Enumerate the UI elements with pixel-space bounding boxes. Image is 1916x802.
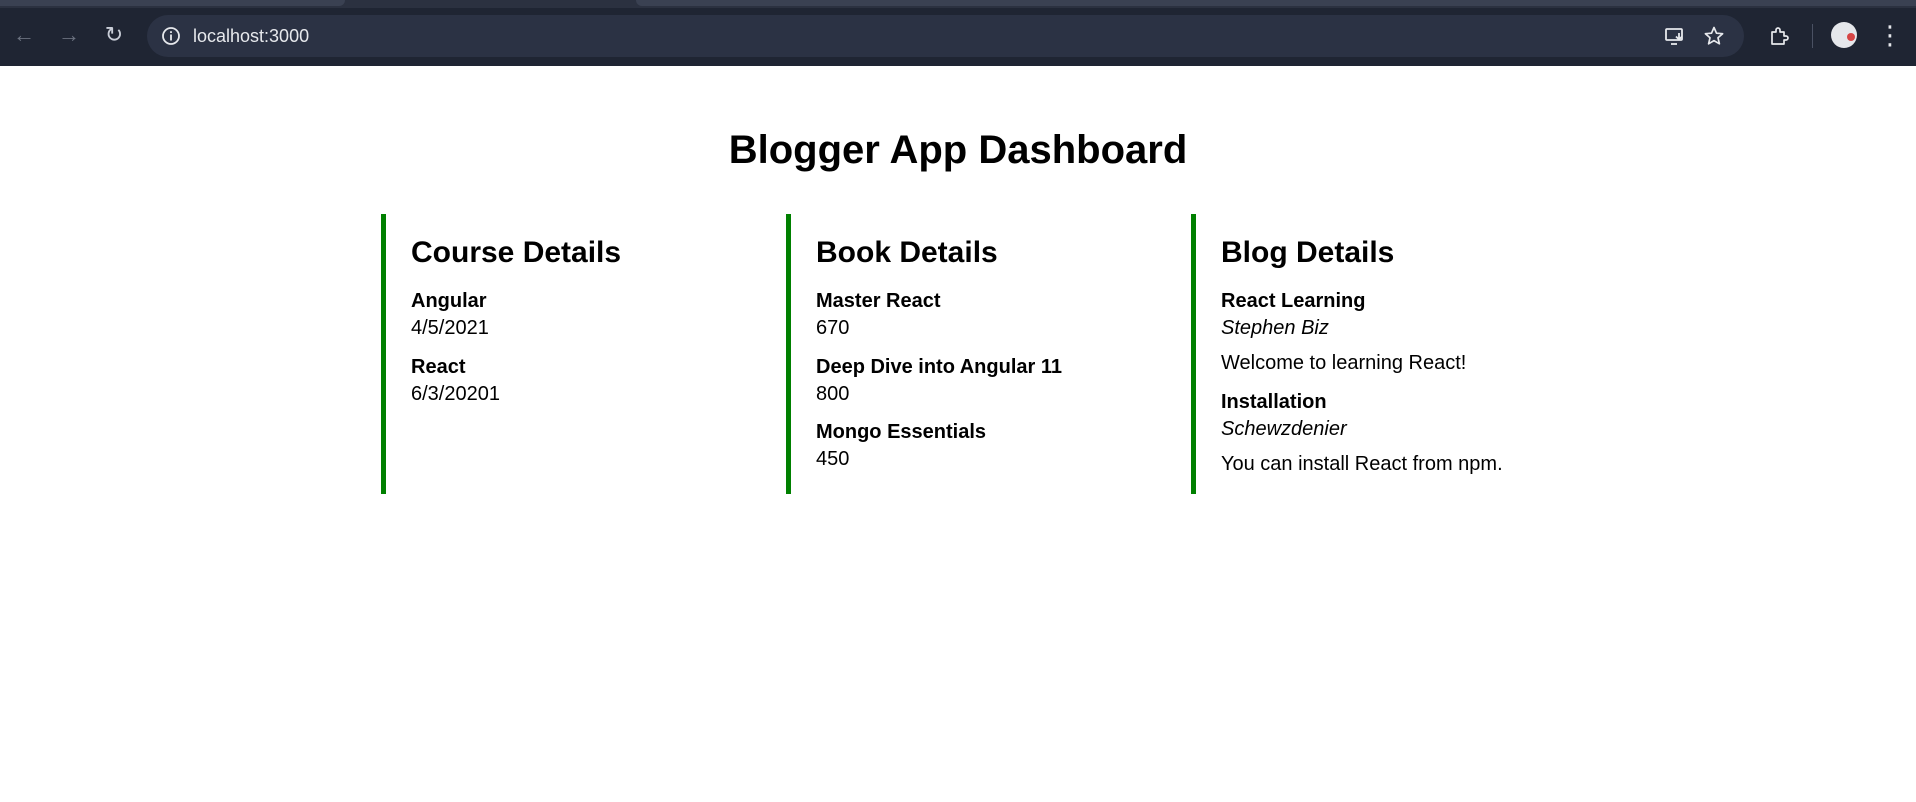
tab-strip [0,0,1916,8]
page-title: Blogger App Dashboard [728,128,1188,172]
url-text[interactable]: localhost:3000 [193,26,309,47]
book-item: Master React 670 [816,290,941,340]
course-date: 4/5/2021 [411,317,489,339]
blog-author: Schewzdenier [1221,418,1347,440]
blog-details-heading: Blog Details [1221,236,1395,269]
avatar-badge [1847,33,1855,41]
course-name: Angular [411,290,487,312]
extensions-icon[interactable] [1764,21,1794,51]
reload-icon[interactable]: ↻ [99,20,129,50]
blog-content: Welcome to learning React! [1221,352,1467,374]
course-details-panel: Course Details Angular 4/5/2021 React 6/… [381,214,781,494]
site-info-icon[interactable] [157,22,185,50]
tab[interactable] [636,0,1916,6]
book-details-heading: Book Details [816,236,998,269]
profile-avatar[interactable] [1831,22,1857,48]
blog-title: Installation [1221,391,1327,413]
page-content: Blogger App Dashboard Course Details Ang… [0,66,1916,802]
course-date: 6/3/20201 [411,383,500,405]
blog-title: React Learning [1221,290,1366,312]
tab[interactable] [0,0,345,6]
blog-item: Installation Schewzdenier You can instal… [1221,391,1503,476]
blog-details-panel: Blog Details React Learning Stephen Biz … [1191,214,1611,494]
install-app-icon[interactable] [1661,22,1689,50]
course-item: Angular 4/5/2021 [411,290,489,340]
blog-item: React Learning Stephen Biz Welcome to le… [1221,290,1466,375]
book-price: 800 [816,383,850,405]
book-item: Mongo Essentials 450 [816,421,986,471]
forward-icon[interactable]: → [54,20,84,50]
course-name: React [411,356,466,378]
toolbar-divider [1812,24,1813,48]
address-bar[interactable]: localhost:3000 [147,15,1744,57]
blog-content: You can install React from npm. [1221,453,1503,475]
book-details-panel: Book Details Master React 670 Deep Dive … [786,214,1186,494]
bookmark-star-icon[interactable] [1700,22,1728,50]
course-item: React 6/3/20201 [411,356,500,406]
book-price: 450 [816,448,850,470]
back-icon[interactable]: ← [9,20,39,50]
book-name: Deep Dive into Angular 11 [816,356,1062,378]
book-name: Master React [816,290,941,312]
book-price: 670 [816,317,850,339]
book-name: Mongo Essentials [816,421,987,443]
menu-icon[interactable]: ⋮ [1875,20,1905,50]
course-details-heading: Course Details [411,236,622,269]
book-item: Deep Dive into Angular 11 800 [816,356,1062,406]
browser-toolbar: ← → ↻ localhost:3000 ⋮ [0,0,1916,66]
blog-author: Stephen Biz [1221,317,1329,339]
